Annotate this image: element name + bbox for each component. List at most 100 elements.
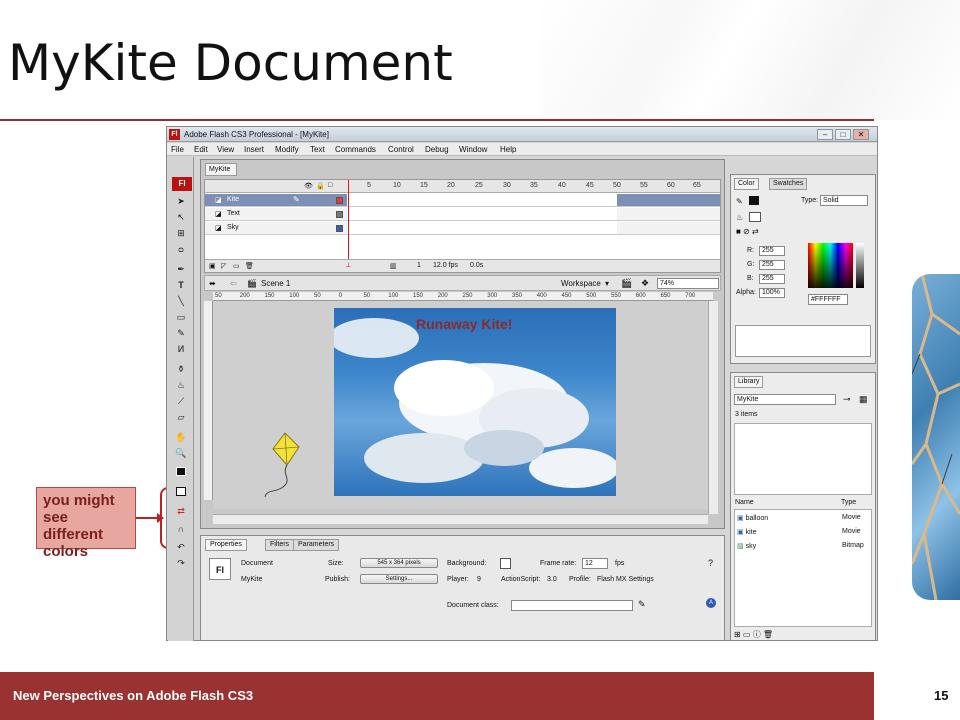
paint-bucket-tool-icon[interactable]: ♨ [173, 379, 189, 391]
text-tool-icon[interactable]: T [173, 279, 189, 291]
tab-parameters[interactable]: Parameters [293, 539, 340, 551]
layer-text[interactable]: ◪ Text [205, 208, 720, 221]
pin-icon[interactable]: ⊸ [843, 394, 851, 405]
selection-tool-icon[interactable]: ➤ [173, 195, 189, 207]
layer-sky[interactable]: ◪ Sky [205, 222, 720, 235]
layer-frames[interactable] [347, 222, 617, 234]
tab-library[interactable]: Library [734, 376, 764, 388]
swap-colors-icon[interactable]: ⇄ [173, 505, 189, 517]
menu-control[interactable]: Control [388, 145, 414, 154]
delete-layer-icon[interactable]: 🗑 [245, 262, 254, 270]
add-guide-icon[interactable]: ◸ [221, 262, 226, 270]
close-button[interactable]: ✕ [853, 129, 869, 140]
column-type[interactable]: Type [841, 499, 856, 506]
edit-pencil-icon[interactable]: ✎ [638, 599, 646, 610]
center-frame-icon[interactable]: ⟂ [346, 262, 351, 270]
subselection-tool-icon[interactable]: ↖ [173, 211, 189, 223]
lasso-tool-icon[interactable]: ᴑ [173, 243, 189, 255]
snap-magnet-icon[interactable]: ∩ [173, 523, 189, 535]
color-spectrum[interactable] [808, 243, 853, 288]
list-item[interactable]: ▣ balloon Movie [737, 514, 869, 522]
menu-modify[interactable]: Modify [275, 145, 299, 154]
menu-edit[interactable]: Edit [194, 145, 208, 154]
insert-folder-icon[interactable]: ▭ [233, 262, 240, 270]
kite-symbol[interactable] [263, 431, 323, 501]
tab-filters[interactable]: Filters [265, 539, 295, 551]
library-footer-icons[interactable]: ⊞ ▭ ⓘ 🗑 [734, 629, 773, 640]
minimize-button[interactable]: – [817, 129, 833, 140]
hex-input[interactable]: #FFFFFF [808, 294, 848, 305]
menu-insert[interactable]: Insert [244, 145, 264, 154]
help-icon[interactable]: ? [708, 558, 713, 568]
alpha-input[interactable]: 100% [759, 288, 785, 298]
layer-color-swatch[interactable] [336, 197, 343, 204]
settings-button[interactable]: Settings... [360, 574, 438, 584]
line-tool-icon[interactable]: ╲ [173, 295, 189, 307]
timeline-toggle-icon[interactable]: ⬌ [209, 279, 216, 288]
eye-icon[interactable]: 👁 [304, 182, 313, 190]
horizontal-scrollbar[interactable] [213, 514, 708, 524]
zoom-tool-icon[interactable]: 🔍 [173, 447, 189, 459]
list-item[interactable]: ▨ sky Bitmap [737, 542, 869, 550]
tab-properties[interactable]: Properties [205, 539, 247, 551]
ink-bottle-tool-icon[interactable]: ⚱ [173, 363, 189, 375]
onion-skin-icon[interactable]: ▥ [390, 262, 397, 270]
layer-kite[interactable]: ◪ Kite ✎ [205, 194, 720, 207]
menu-view[interactable]: View [217, 145, 234, 154]
outline-icon[interactable]: □ [328, 182, 332, 189]
back-arrow-icon[interactable]: ⇦ [230, 279, 237, 288]
pencil-tool-icon[interactable]: ✎ [173, 327, 189, 339]
size-button[interactable]: 545 x 364 pixels [360, 558, 438, 568]
menu-commands[interactable]: Commands [335, 145, 376, 154]
menu-text[interactable]: Text [310, 145, 325, 154]
eyedropper-tool-icon[interactable]: ⟋ [173, 395, 189, 407]
smooth-icon[interactable]: ↶ [173, 541, 189, 553]
fill-bucket-icon[interactable]: ♨ [736, 213, 743, 222]
stroke-color-icon[interactable] [173, 467, 189, 479]
vertical-scrollbar[interactable] [708, 301, 718, 514]
color-tools-icon[interactable]: ■ ⊘ ⇄ [736, 227, 759, 236]
info-icon[interactable]: A [706, 598, 716, 608]
stage[interactable]: Runaway Kite! [334, 308, 616, 496]
frame-rate-input[interactable]: 12 [582, 558, 608, 569]
stage-title-text[interactable]: Runaway Kite! [416, 316, 512, 332]
red-input[interactable]: 255 [759, 246, 785, 256]
green-input[interactable]: 255 [759, 260, 785, 270]
zoom-select[interactable]: 74% [657, 278, 719, 289]
pen-tool-icon[interactable]: ✒ [173, 263, 189, 275]
stroke-pencil-icon[interactable]: ✎ [736, 197, 743, 206]
hand-tool-icon[interactable]: ✋ [173, 431, 189, 443]
document-tab[interactable]: MyKite [205, 163, 237, 176]
edit-symbols-icon[interactable]: ❖ [641, 278, 649, 289]
tab-swatches[interactable]: Swatches [769, 178, 808, 190]
menu-help[interactable]: Help [500, 145, 516, 154]
straighten-icon[interactable]: ↷ [173, 557, 189, 569]
type-select[interactable]: Solid [820, 195, 868, 206]
stroke-color-swatch[interactable] [749, 196, 759, 205]
new-library-icon[interactable]: ▦ [859, 394, 868, 405]
eraser-tool-icon[interactable]: ▱ [173, 411, 189, 423]
layer-frames[interactable] [347, 208, 617, 220]
list-item[interactable]: ▣ kite Movie [737, 528, 869, 536]
layer-frames[interactable] [347, 194, 617, 206]
layer-color-swatch[interactable] [336, 225, 343, 232]
background-color-swatch[interactable] [500, 558, 511, 569]
edit-scene-icon[interactable]: 🎬 [621, 278, 632, 289]
workspace-menu[interactable]: Workspace [561, 279, 601, 288]
free-transform-tool-icon[interactable]: ⊞ [173, 227, 189, 239]
blue-input[interactable]: 255 [759, 274, 785, 284]
document-class-input[interactable] [511, 600, 633, 611]
brush-tool-icon[interactable]: ⵍ [173, 343, 189, 355]
fill-color-swatch[interactable] [749, 212, 761, 222]
menu-window[interactable]: Window [459, 145, 487, 154]
tab-color[interactable]: Color [734, 178, 759, 190]
brightness-slider[interactable] [856, 243, 864, 288]
library-document-select[interactable]: MyKite [734, 394, 836, 405]
insert-layer-icon[interactable]: ▣ [209, 262, 216, 270]
menu-debug[interactable]: Debug [425, 145, 449, 154]
column-name[interactable]: Name [735, 499, 754, 506]
lock-icon[interactable]: 🔒 [316, 182, 325, 190]
maximize-button[interactable]: □ [835, 129, 851, 140]
menu-file[interactable]: File [171, 145, 184, 154]
fill-color-icon[interactable] [173, 487, 189, 499]
